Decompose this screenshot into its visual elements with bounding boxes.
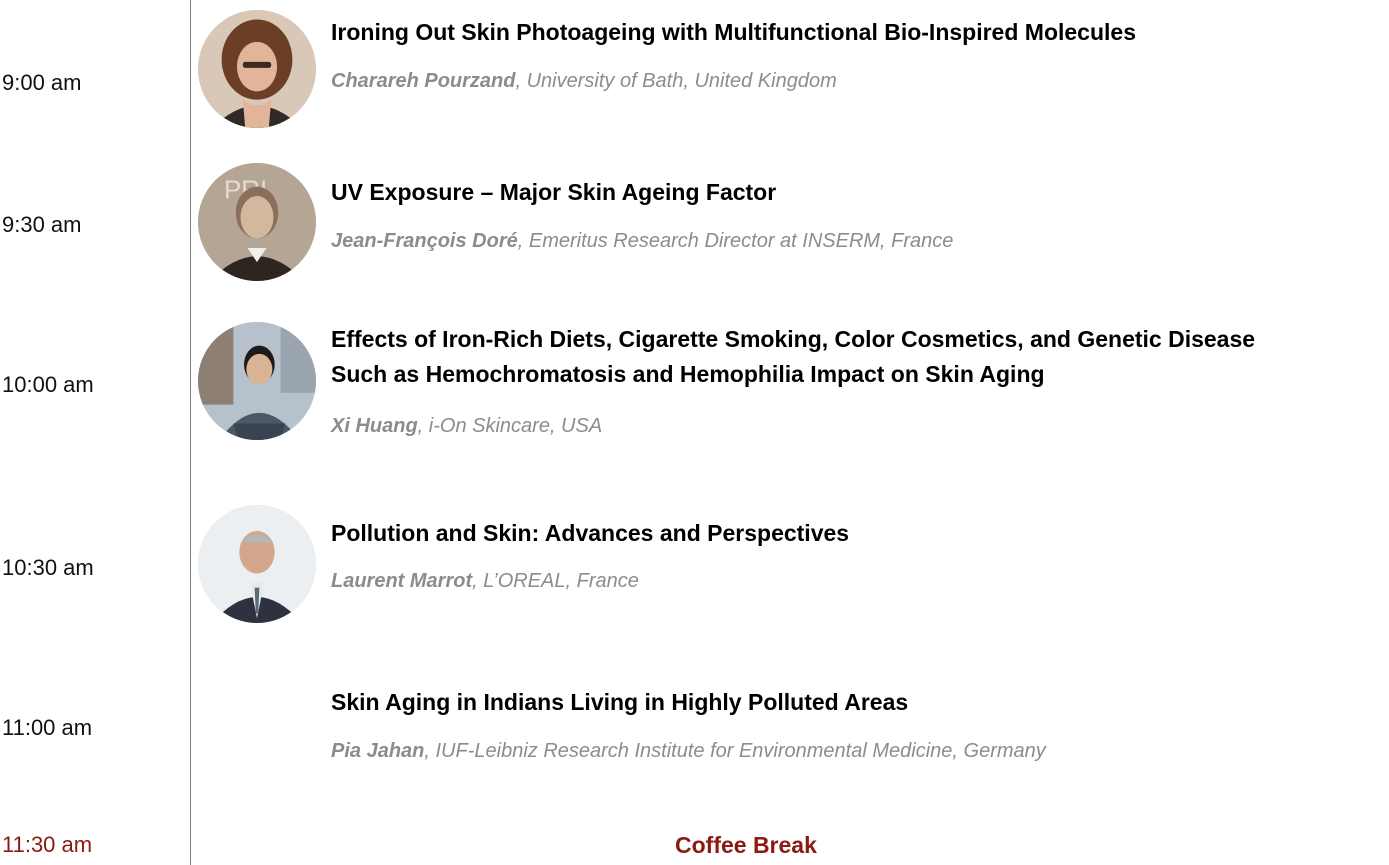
speaker-name: Jean-François Doré [331, 230, 518, 252]
session-title-line-2: Such as Hemochromatosis and Hemophilia I… [331, 361, 1045, 387]
speaker-affiliation: , i-On Skincare, USA [417, 415, 603, 437]
speaker-photo: PRI [198, 163, 316, 281]
speaker-portrait-icon [198, 505, 316, 623]
speaker-affiliation: , L’OREAL, France [472, 570, 639, 592]
speaker-portrait-icon [198, 10, 316, 128]
timeline-divider [190, 0, 191, 865]
speaker-portrait-icon [198, 322, 316, 440]
session-title: Pollution and Skin: Advances and Perspec… [331, 520, 850, 546]
session-time: 10:30 am [2, 555, 94, 580]
session-title: UV Exposure – Major Skin Ageing Factor [331, 179, 777, 205]
session-time: 10:00 am [2, 372, 94, 397]
speaker-affiliation: , IUF-Leibniz Research Institute for Env… [424, 740, 1046, 762]
session-time: 9:30 am [2, 212, 82, 237]
session-title-line-1: Effects of Iron-Rich Diets, Cigarette Sm… [331, 326, 1256, 352]
speaker-name: Laurent Marrot [331, 570, 473, 592]
speaker-line: Xi Huang, i-On Skincare, USA [331, 415, 602, 438]
session-time: 11:00 am [2, 715, 93, 740]
session-time: 9:00 am [2, 70, 82, 95]
speaker-line: Pia Jahan, IUF-Leibniz Research Institut… [331, 740, 1046, 763]
session-title: Ironing Out Skin Photoageing with Multif… [331, 19, 1136, 45]
speaker-affiliation: , University of Bath, United Kingdom [515, 70, 837, 92]
speaker-name: Pia Jahan [331, 740, 425, 762]
speaker-affiliation: , Emeritus Research Director at INSERM, … [517, 230, 954, 252]
speaker-line: Jean-François Doré, Emeritus Research Di… [331, 230, 953, 253]
speaker-photo [198, 10, 316, 128]
coffee-break-label: Coffee Break [675, 832, 817, 858]
speaker-portrait-icon: PRI [198, 163, 316, 281]
speaker-name: Xi Huang [331, 415, 418, 437]
speaker-photo [198, 505, 316, 623]
speaker-photo [198, 322, 316, 440]
speaker-line: Laurent Marrot, L’OREAL, France [331, 570, 639, 593]
speaker-line: Charareh Pourzand, University of Bath, U… [331, 70, 837, 93]
break-time: 11:30 am [2, 832, 93, 857]
session-title: Skin Aging in Indians Living in Highly P… [331, 689, 909, 715]
session-title: Effects of Iron-Rich Diets, Cigarette Sm… [331, 322, 1386, 392]
speaker-name: Charareh Pourzand [331, 70, 516, 92]
